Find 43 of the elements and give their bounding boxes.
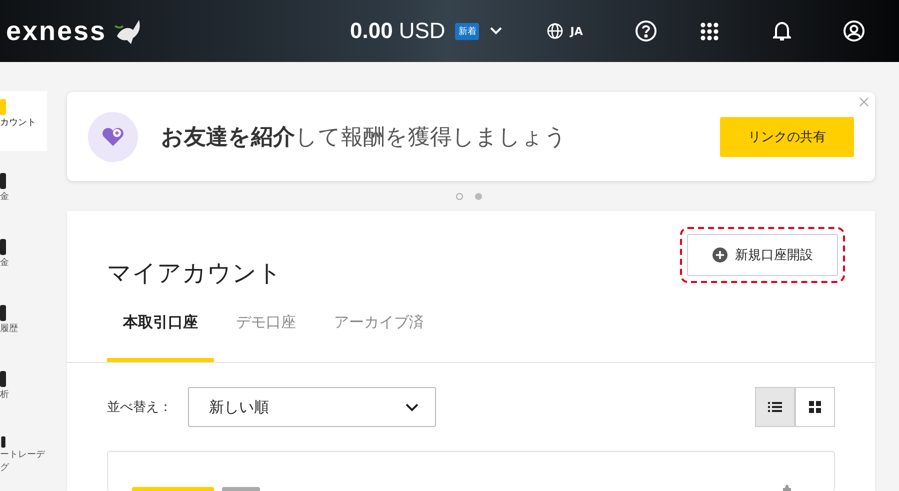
sort-dropdown[interactable]: 新しい順 [188,387,436,427]
globe-icon [547,23,564,39]
grid-icon [809,401,821,413]
list-view-button[interactable] [755,387,795,427]
carousel-dot[interactable] [456,192,462,200]
logo-text: exness [6,16,107,46]
sidebar-item[interactable]: カウント [0,91,47,151]
chevron-down-icon[interactable] [489,26,504,36]
account-tab[interactable]: 本取引口座 [107,299,214,362]
account-tag [222,487,260,491]
nav-icon [0,369,8,389]
language-code: JA [570,24,583,38]
chevron-down-icon [405,402,419,412]
help-icon[interactable] [634,20,657,42]
balance-amount: 0.00 [350,18,393,44]
bell-icon[interactable] [772,21,791,41]
list-icon [768,401,782,413]
nav-icon [0,171,8,191]
apps-grid-icon[interactable] [700,22,719,40]
currency-label: USD [398,18,446,44]
new-badge: 新着 [455,22,480,40]
sidebar-item[interactable]: 金 [0,231,47,283]
banner-text: お友達を紹介して報酬を獲得しましょう [161,124,568,152]
nav-icon [0,237,8,257]
sidebar-item[interactable]: ートレーデ グ [0,429,47,481]
language-selector[interactable]: JA [547,23,583,39]
nav-icon [0,303,8,323]
grid-view-button[interactable] [795,387,835,427]
nav-icon [0,97,8,117]
sidebar-item[interactable]: 履歴 [0,297,47,349]
nav-icon [0,435,8,449]
user-icon[interactable] [842,20,865,42]
sort-label: 並べ替え： [107,399,172,416]
account-tab[interactable]: アーカイブ済 [318,299,440,362]
share-link-button[interactable]: リンクの共有 [720,116,854,156]
section-title: マイアカウント [107,258,282,289]
heart-plus-icon [88,112,138,162]
carousel-dot[interactable] [474,192,482,200]
sidebar-item[interactable]: 金 [0,165,47,217]
plus-circle-icon [712,247,728,263]
new-account-button[interactable]: 新規口座開設 [687,234,838,276]
account-tab[interactable]: デモ口座 [220,299,312,362]
sidebar-item[interactable]: 析 [0,363,47,415]
